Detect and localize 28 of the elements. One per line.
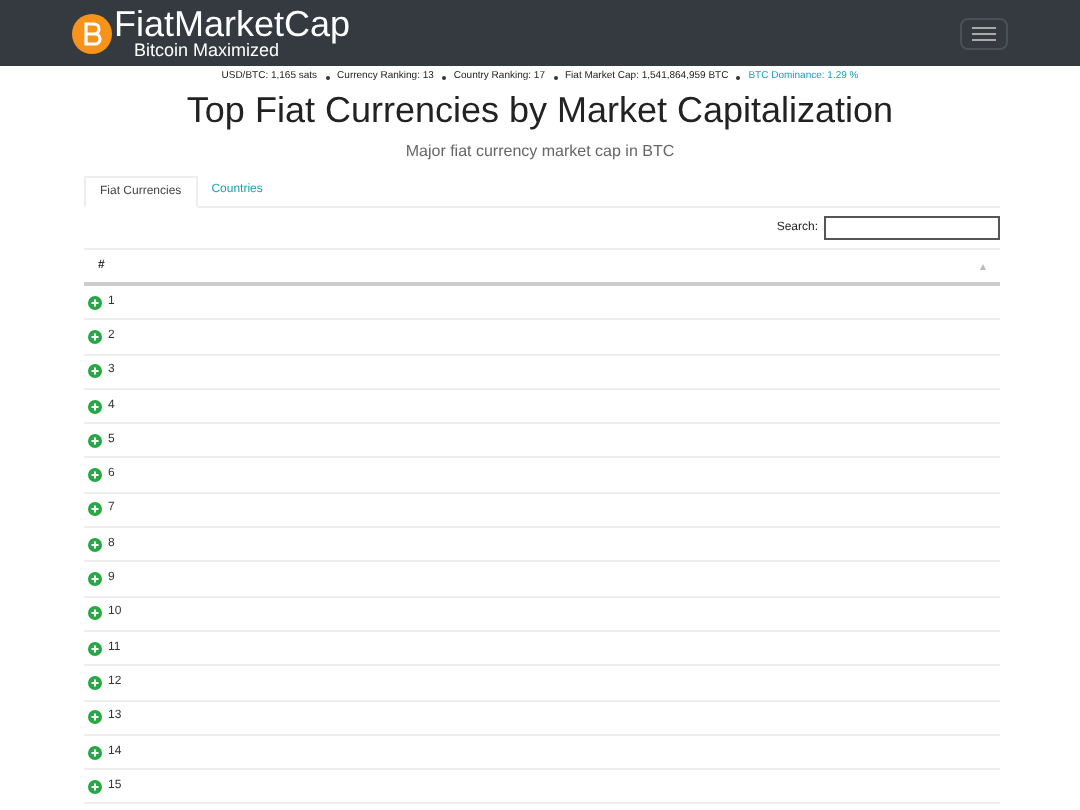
expand-icon[interactable] xyxy=(88,399,102,414)
expand-icon[interactable] xyxy=(88,745,102,759)
page-title: Top Fiat Currencies by Market Capitalization xyxy=(184,88,896,132)
expand-icon[interactable] xyxy=(88,606,102,621)
expand-icon[interactable] xyxy=(88,675,102,690)
expand-icon[interactable] xyxy=(88,329,102,344)
expand-icon[interactable] xyxy=(88,468,102,483)
expand-icon[interactable] xyxy=(88,641,102,656)
bitcoin-logo-icon xyxy=(72,13,112,53)
bullet-separator xyxy=(325,75,330,79)
sort-icon[interactable] xyxy=(980,263,986,269)
bullet-separator xyxy=(553,75,557,79)
expand-icon[interactable] xyxy=(88,502,102,517)
search-field[interactable] xyxy=(824,216,1000,240)
brand-tagline: Bitcoin Maximized xyxy=(134,42,280,60)
expand-icon[interactable] xyxy=(88,295,102,310)
expand-icon[interactable] xyxy=(88,710,102,725)
expand-icon[interactable] xyxy=(88,779,102,794)
expand-icon[interactable] xyxy=(88,433,102,448)
brand-name[interactable]: FiatMarketCap xyxy=(114,6,351,42)
expand-icon[interactable] xyxy=(88,537,102,552)
bullet-separator xyxy=(736,75,741,79)
menu-icon xyxy=(972,25,996,41)
bullet-separator xyxy=(441,75,446,79)
expand-icon[interactable] xyxy=(88,364,102,379)
page-subtitle: Major fiat currency market cap in BTC xyxy=(403,140,677,164)
expand-icon[interactable] xyxy=(88,572,102,587)
menu-button[interactable] xyxy=(960,17,1008,49)
